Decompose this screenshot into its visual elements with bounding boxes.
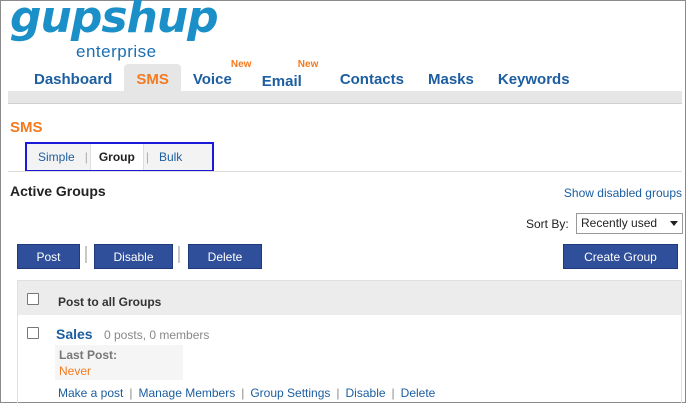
- action-separator: |: [241, 386, 245, 400]
- last-post-label: Last Post:: [59, 348, 118, 362]
- nav-email[interactable]: Email New: [261, 60, 328, 92]
- section-title: Active Groups: [10, 183, 106, 199]
- group-settings-link[interactable]: Group Settings: [250, 386, 330, 400]
- post-to-all-label: Post to all Groups: [58, 295, 162, 309]
- new-badge: New: [297, 59, 319, 70]
- delete-group-link[interactable]: Delete: [401, 386, 436, 400]
- post-button[interactable]: Post: [17, 244, 80, 269]
- group-name-link[interactable]: Sales: [56, 326, 93, 342]
- nav-sms-label: SMS: [136, 71, 169, 88]
- nav-voice-label: Voice: [192, 71, 232, 88]
- sort-value: Recently used: [581, 216, 658, 230]
- row-checkbox[interactable]: [27, 327, 39, 339]
- make-a-post-link[interactable]: Make a post: [58, 386, 123, 400]
- disable-group-link[interactable]: Disable: [346, 386, 386, 400]
- table-header: Post to all Groups: [18, 281, 681, 315]
- subtab-group[interactable]: Group: [89, 144, 144, 170]
- nav-email-label: Email: [261, 73, 302, 90]
- new-badge: New: [230, 59, 252, 70]
- show-disabled-groups-link[interactable]: Show disabled groups: [564, 186, 682, 200]
- last-post-value: Never: [59, 364, 92, 378]
- subtab-simple[interactable]: Simple: [30, 144, 83, 170]
- create-group-button[interactable]: Create Group: [563, 244, 678, 269]
- group-meta: 0 posts, 0 members: [104, 328, 210, 342]
- nav-masks[interactable]: Masks: [416, 64, 486, 92]
- sort-select[interactable]: Recently used: [576, 213, 683, 234]
- nav-keywords-label: Keywords: [497, 71, 570, 88]
- nav-keywords[interactable]: Keywords: [486, 64, 582, 92]
- gupshup-logo[interactable]: gupshup enterprise: [10, 0, 219, 64]
- subtab-separator: |: [84, 150, 88, 164]
- select-all-checkbox[interactable]: [27, 293, 39, 305]
- logo-wordmark: gupshup: [10, 0, 219, 43]
- nav-voice[interactable]: Voice New: [181, 60, 262, 92]
- manage-members-link[interactable]: Manage Members: [139, 386, 236, 400]
- subtab-separator: |: [145, 150, 149, 164]
- nav-contacts-label: Contacts: [339, 71, 404, 88]
- divider: [8, 171, 682, 172]
- sms-subtabs: Simple | Group | Bulk: [25, 142, 214, 172]
- nav-masks-label: Masks: [428, 71, 474, 88]
- disable-button[interactable]: Disable: [94, 244, 173, 269]
- delete-button[interactable]: Delete: [188, 244, 262, 269]
- last-post-box: Last Post: Never: [55, 345, 183, 380]
- main-nav: Dashboard SMS Voice New Email New Contacts…: [22, 60, 582, 92]
- chevron-down-icon: [670, 221, 678, 226]
- action-separator: |: [336, 386, 340, 400]
- toolbar-separator: [85, 246, 87, 263]
- groups-table: Post to all Groups Sales 0 posts, 0 memb…: [17, 280, 682, 403]
- action-separator: |: [391, 386, 395, 400]
- logo-subtitle: enterprise: [76, 42, 157, 61]
- row-actions: Make a post | Manage Members | Group Setting…: [58, 386, 435, 400]
- toolbar-separator: [178, 246, 180, 263]
- nav-contacts[interactable]: Contacts: [328, 64, 416, 92]
- nav-dashboard-label: Dashboard: [34, 71, 113, 88]
- page-title: SMS: [10, 119, 43, 136]
- nav-underbar: [8, 91, 682, 104]
- nav-sms[interactable]: SMS: [124, 64, 181, 92]
- nav-dashboard[interactable]: Dashboard: [22, 64, 124, 92]
- subtab-bulk[interactable]: Bulk: [151, 144, 190, 170]
- sort-label: Sort By:: [526, 217, 569, 231]
- action-separator: |: [129, 386, 133, 400]
